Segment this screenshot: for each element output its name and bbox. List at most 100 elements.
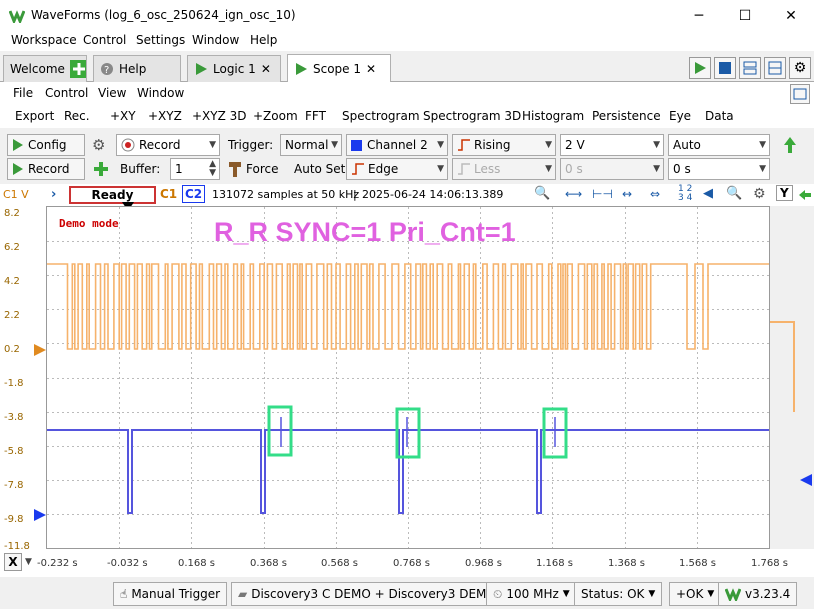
gear-icon[interactable]: ⚙ xyxy=(753,186,766,202)
frequency-select[interactable]: ⏲ 100 MHz ▼ xyxy=(486,582,577,606)
tool-histogram[interactable]: Histogram xyxy=(522,109,584,123)
channel-2-offset-marker[interactable] xyxy=(34,509,46,521)
condition-value: Less xyxy=(474,162,501,176)
trigger-level-marker[interactable] xyxy=(800,474,812,486)
arrow-left-icon[interactable] xyxy=(798,189,812,201)
tool-xyz3d[interactable]: +XYZ 3D xyxy=(192,109,247,123)
x-tick: -0.032 s xyxy=(107,558,148,569)
tool-eye[interactable]: Eye xyxy=(669,109,691,123)
zoom-in-icon[interactable]: 🔍 xyxy=(726,186,742,201)
play-icon xyxy=(13,139,23,151)
right-margin xyxy=(770,206,814,549)
edge-icon xyxy=(352,163,364,175)
pan-icon[interactable]: ⇔ xyxy=(650,187,660,201)
device-select[interactable]: ▰ Discovery3 C DEMO + Discovery3 DEMO xyxy=(231,582,503,606)
trigger-level-input[interactable]: 2 V ▼ xyxy=(560,134,664,156)
manual-trigger-button[interactable]: ☝ Manual Trigger xyxy=(113,582,228,606)
tool-data[interactable]: Data xyxy=(705,109,734,123)
y-axis-button[interactable]: Y xyxy=(776,185,793,201)
tool-export[interactable]: Export xyxy=(15,109,54,123)
ok-button[interactable]: +OK ▼ xyxy=(669,582,722,606)
measure-icon[interactable]: ⊢⊣ xyxy=(592,187,613,201)
close-tab-icon[interactable]: ✕ xyxy=(261,62,271,76)
menu-help[interactable]: Help xyxy=(250,33,277,47)
edge-select[interactable]: Rising ▼ xyxy=(452,134,556,156)
layout-split-button[interactable] xyxy=(764,57,786,79)
tab-logic-label: Logic 1 xyxy=(213,62,256,76)
cursor-icon[interactable]: ⟷ xyxy=(565,187,582,201)
waveform-canvas[interactable] xyxy=(47,207,769,548)
divisions-icon[interactable]: 1 23 4 xyxy=(678,185,692,203)
trigger-source-select[interactable]: Channel 2 ▼ xyxy=(346,134,448,156)
tool-xyz[interactable]: +XYZ xyxy=(148,109,182,123)
status-indicator[interactable]: Status: OK ▼ xyxy=(574,582,663,606)
tool-rec[interactable]: Rec. xyxy=(64,109,90,123)
span-icon[interactable]: ↔ xyxy=(622,187,632,201)
hysteresis-input[interactable]: 0 s ▼ xyxy=(560,158,664,180)
tab-scope[interactable]: Scope 1 ✕ xyxy=(287,54,391,82)
y-tick: -1.8 xyxy=(4,378,24,389)
arrow-up-icon[interactable] xyxy=(783,136,797,154)
layout-button[interactable] xyxy=(739,57,761,79)
chevron-down-icon: ▼ xyxy=(562,589,570,599)
tab-welcome[interactable]: Welcome xyxy=(3,55,87,82)
menu-workspace[interactable]: Workspace xyxy=(11,33,77,47)
holdoff-input[interactable]: Auto ▼ xyxy=(668,134,770,156)
menu-settings[interactable]: Settings xyxy=(136,33,185,47)
scope-menu-window[interactable]: Window xyxy=(137,86,184,100)
spinner-icon[interactable]: ▲ ▼ xyxy=(209,160,216,178)
trigger-type-select[interactable]: Edge ▼ xyxy=(346,158,448,180)
tool-persistence[interactable]: Persistence xyxy=(592,109,661,123)
tab-logic[interactable]: Logic 1 ✕ xyxy=(187,55,281,82)
trigger-mode-select[interactable]: Normal ▼ xyxy=(280,134,342,156)
version-button[interactable]: v3.23.4 xyxy=(718,582,798,606)
menu-window[interactable]: Window xyxy=(192,33,239,47)
window-icon xyxy=(793,88,807,100)
record-button[interactable]: Record xyxy=(7,158,85,180)
scope-menu-file[interactable]: File xyxy=(13,86,33,100)
close-button[interactable]: ✕ xyxy=(768,0,814,31)
x-tick: 1.768 s xyxy=(751,558,789,569)
channel-1-offset-marker[interactable] xyxy=(34,344,46,356)
less-icon xyxy=(458,163,470,175)
zoom-icon[interactable]: 🔍 xyxy=(534,186,550,201)
position-input[interactable]: 0 s ▼ xyxy=(668,158,770,180)
chevron-down-icon: ▼ xyxy=(653,164,660,174)
stop-all-button[interactable] xyxy=(714,57,736,79)
scope-menu-view[interactable]: View xyxy=(98,86,126,100)
force-button[interactable]: Force xyxy=(246,162,278,176)
y-tick: 4.2 xyxy=(4,276,20,287)
maximize-button[interactable]: ☐ xyxy=(722,0,768,31)
wheel-icon[interactable]: ⚙ xyxy=(92,136,105,154)
add-icon[interactable] xyxy=(93,161,109,177)
tool-spectrogram3d[interactable]: Spectrogram 3D xyxy=(423,109,521,123)
ok-label: +OK xyxy=(676,587,704,601)
tool-spectrogram[interactable]: Spectrogram xyxy=(342,109,420,123)
chevron-right-icon[interactable]: › xyxy=(51,187,56,202)
buffer-input[interactable]: 1 ▲ ▼ xyxy=(170,158,220,180)
dock-button[interactable] xyxy=(790,84,810,104)
auto-set-button[interactable]: Auto Set xyxy=(294,162,345,176)
chevron-down-icon[interactable]: ▼ xyxy=(25,557,32,567)
tool-zoom[interactable]: +Zoom xyxy=(253,109,298,123)
scope-plot[interactable]: Demo mode R_R SYNC=1 Pri_Cnt=1 xyxy=(46,206,770,549)
tab-scope-label: Scope 1 xyxy=(313,61,362,76)
condition-select[interactable]: Less ▼ xyxy=(452,158,556,180)
config-button[interactable]: Config xyxy=(7,134,85,156)
tool-fft[interactable]: FFT xyxy=(305,109,326,123)
settings-button[interactable]: ⚙ xyxy=(789,57,811,79)
channel-2-button[interactable]: C2 xyxy=(182,185,206,203)
scope-menu-control[interactable]: Control xyxy=(45,86,88,100)
zoom-out-icon[interactable]: ◀ xyxy=(703,186,713,201)
x-axis-button[interactable]: X xyxy=(4,553,22,571)
tool-xy[interactable]: +XY xyxy=(110,109,136,123)
channel-color-swatch xyxy=(351,139,362,151)
record-mode-select[interactable]: Record ▼ xyxy=(116,134,220,156)
control-panel: Config Record ⚙ Record ▼ Buffer: 1 ▲ ▼ Tr… xyxy=(0,128,814,184)
run-all-button[interactable] xyxy=(689,57,711,79)
minimize-button[interactable]: ─ xyxy=(676,0,722,31)
close-tab-icon[interactable]: ✕ xyxy=(366,62,376,76)
tab-help[interactable]: ? Help xyxy=(93,55,181,82)
menu-control[interactable]: Control xyxy=(83,33,126,47)
channel-1-button[interactable]: C1 xyxy=(160,187,177,201)
